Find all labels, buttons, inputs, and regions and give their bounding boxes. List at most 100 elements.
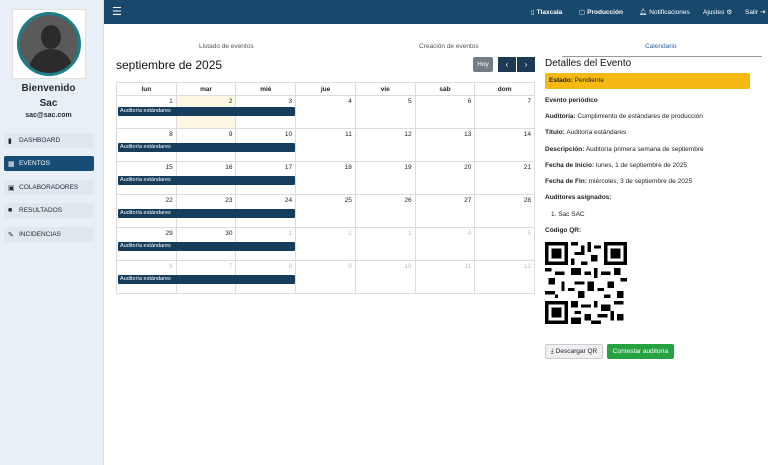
weekday-label: vie xyxy=(356,83,416,95)
qr-heading: Código QR: xyxy=(545,227,581,234)
audit-line: Auditoría: Cumplimiento de estándares de… xyxy=(545,113,703,120)
chevron-right-icon: › xyxy=(524,60,528,69)
calendar-day[interactable]: 13 xyxy=(416,129,476,161)
download-qr-label: Descargar QR xyxy=(555,348,598,355)
calendar-day-other-month[interactable]: 4 xyxy=(416,228,476,260)
weekday-header: lun mar mié jue vie sáb dom xyxy=(116,82,535,96)
sidebar-item-label: INCIDENCIAS xyxy=(19,231,61,238)
sidebar-item-dashboard[interactable]: ▮ DASHBOARD xyxy=(4,133,94,148)
id-card-icon: ▣ xyxy=(8,184,15,192)
qr-label: Código QR: xyxy=(545,227,582,234)
calendar-event[interactable]: Auditoría estándares xyxy=(118,242,295,251)
calendar-day[interactable]: 20 xyxy=(416,162,476,194)
bell-icon: 🔔︎ xyxy=(639,9,648,16)
cube-icon: ▢ xyxy=(579,9,586,16)
notifications-link[interactable]: 🔔︎ Notificaciones xyxy=(639,8,690,17)
notifications-label: Notificaciones xyxy=(649,8,690,16)
calendar-day-other-month[interactable]: 5 xyxy=(475,228,536,260)
calendar-day[interactable]: 28 xyxy=(475,195,536,227)
calendar-day[interactable]: 6 xyxy=(416,96,476,128)
calendar-day[interactable]: 12 xyxy=(356,129,416,161)
active-tab-underline xyxy=(562,56,762,57)
description-label: Descripción: xyxy=(545,146,585,153)
settings-link[interactable]: Ajustes ⚙ xyxy=(703,8,733,17)
tab-creacion[interactable]: Creación de eventos xyxy=(419,43,479,50)
chevron-left-icon: ‹ xyxy=(505,60,509,69)
calendar-day[interactable]: 7 xyxy=(475,96,536,128)
tlaxcala-link[interactable]: ▯ Tlaxcala xyxy=(531,8,563,17)
sidebar-item-label: RESULTADOS xyxy=(19,207,63,214)
qr-code xyxy=(545,242,627,324)
next-month-button[interactable]: › xyxy=(517,57,535,72)
description-line: Descripción: Auditoría primera semana de… xyxy=(545,146,704,153)
calendar-event[interactable]: Auditoría estándares xyxy=(118,209,295,218)
calendar-day[interactable]: 14 xyxy=(475,129,536,161)
weekday-label: dom xyxy=(497,86,512,93)
download-qr-button[interactable]: ⤓ Descargar QR xyxy=(545,344,603,359)
description-value: Auditoría primera semana de septiembre xyxy=(585,146,704,153)
settings-label: Ajustes xyxy=(703,8,725,16)
calendar-day-other-month[interactable]: 3 xyxy=(356,228,416,260)
calendar-day[interactable]: 4 xyxy=(296,96,356,128)
weekday-label: sáb xyxy=(416,83,476,95)
produccion-link[interactable]: ▢ Producción xyxy=(579,8,623,17)
calendar-week: 6 7 8 9 10 11 12 Auditoría estándares xyxy=(116,261,536,294)
calendar-grid: lun mar mié jue vie sáb dom 1 2 3 4 5 6 … xyxy=(116,82,536,294)
calendar-week: 1 2 3 4 5 6 7 Auditoría estándares xyxy=(116,96,536,129)
sidebar-item-eventos[interactable]: ▦ EVENTOS xyxy=(4,156,94,171)
weekday-label: mar xyxy=(177,83,237,95)
start-date-label: Fecha de Inicio: xyxy=(545,162,595,169)
calendar-week: 22 23 24 25 26 27 28 Auditoría estándare… xyxy=(116,195,536,228)
calendar-day[interactable]: 19 xyxy=(356,162,416,194)
tlaxcala-label: Tlaxcala xyxy=(536,8,563,16)
sidebar-item-colaboradores[interactable]: ▣ COLABORADORES xyxy=(4,180,94,195)
calendar-day-other-month[interactable]: 2 xyxy=(296,228,356,260)
start-date-value: lunes, 1 de septiembre de 2025 xyxy=(595,162,688,169)
weekday-label: jue xyxy=(296,83,356,95)
calendar-day[interactable]: 11 xyxy=(296,129,356,161)
prev-month-button[interactable]: ‹ xyxy=(498,57,516,72)
sidebar: Bienvenido Sac sac@sac.com ▮ DASHBOARD ▦… xyxy=(0,0,104,465)
logout-icon: ⇥ xyxy=(760,9,766,16)
welcome-text: Bienvenido xyxy=(21,83,76,94)
tab-calendario[interactable]: Calendario xyxy=(645,43,676,50)
sidebar-item-label: EVENTOS xyxy=(19,160,50,167)
sidebar-item-resultados[interactable]: ■ RESULTADOS xyxy=(4,203,94,218)
calendar-day[interactable]: 26 xyxy=(356,195,416,227)
gear-icon: ⚙ xyxy=(726,9,733,16)
building-icon: ▯ xyxy=(531,9,535,16)
weekday-label: mié xyxy=(236,83,297,95)
calendar-event[interactable]: Auditoría estándares xyxy=(118,176,295,185)
calendar-event[interactable]: Auditoría estándares xyxy=(118,143,295,152)
tab-listado[interactable]: Listado de eventos xyxy=(199,43,254,50)
auditor-item: 1. Sac SAC xyxy=(551,211,585,218)
calendar-event[interactable]: Auditoría estándares xyxy=(118,275,295,284)
calendar-day[interactable]: 27 xyxy=(416,195,476,227)
logout-link[interactable]: Salir ⇥ xyxy=(745,8,766,17)
calendar-day[interactable]: 25 xyxy=(296,195,356,227)
audit-label: Auditoría: xyxy=(545,113,576,120)
today-button[interactable]: Hoy xyxy=(473,57,493,72)
calendar-day[interactable]: 5 xyxy=(356,96,416,128)
end-date-value: miércoles, 3 de septiembre de 2025 xyxy=(588,178,693,185)
calendar-title: septiembre de 2025 xyxy=(116,58,223,72)
calendar-icon: ▦ xyxy=(8,160,15,168)
title-line: Título: Auditoría estándares xyxy=(545,129,626,136)
calendar-day-other-month[interactable]: 10 xyxy=(356,261,416,293)
sidebar-item-incidencias[interactable]: ✎ INCIDENCIAS xyxy=(4,227,94,242)
calendar-day[interactable]: 21 xyxy=(475,162,536,194)
status-badge: Estado: Pendiente xyxy=(545,73,750,89)
calendar-event[interactable]: Auditoría estándares xyxy=(118,107,295,116)
answer-audit-button[interactable]: Contestar auditoría xyxy=(607,344,674,359)
calendar-day-other-month[interactable]: 11 xyxy=(416,261,476,293)
hamburger-menu-icon[interactable]: ☰ xyxy=(112,5,122,18)
calendar-day-other-month[interactable]: 12 xyxy=(475,261,536,293)
bar-chart-icon: ▮ xyxy=(8,137,12,145)
title-value: Auditoría estándares xyxy=(566,129,627,136)
status-label: Estado: xyxy=(549,77,573,84)
auditors-heading: Auditores asignados: xyxy=(545,194,611,201)
auditors-label: Auditores asignados: xyxy=(545,194,612,201)
produccion-label: Producción xyxy=(587,8,623,16)
calendar-day[interactable]: 18 xyxy=(296,162,356,194)
calendar-day-other-month[interactable]: 9 xyxy=(296,261,356,293)
